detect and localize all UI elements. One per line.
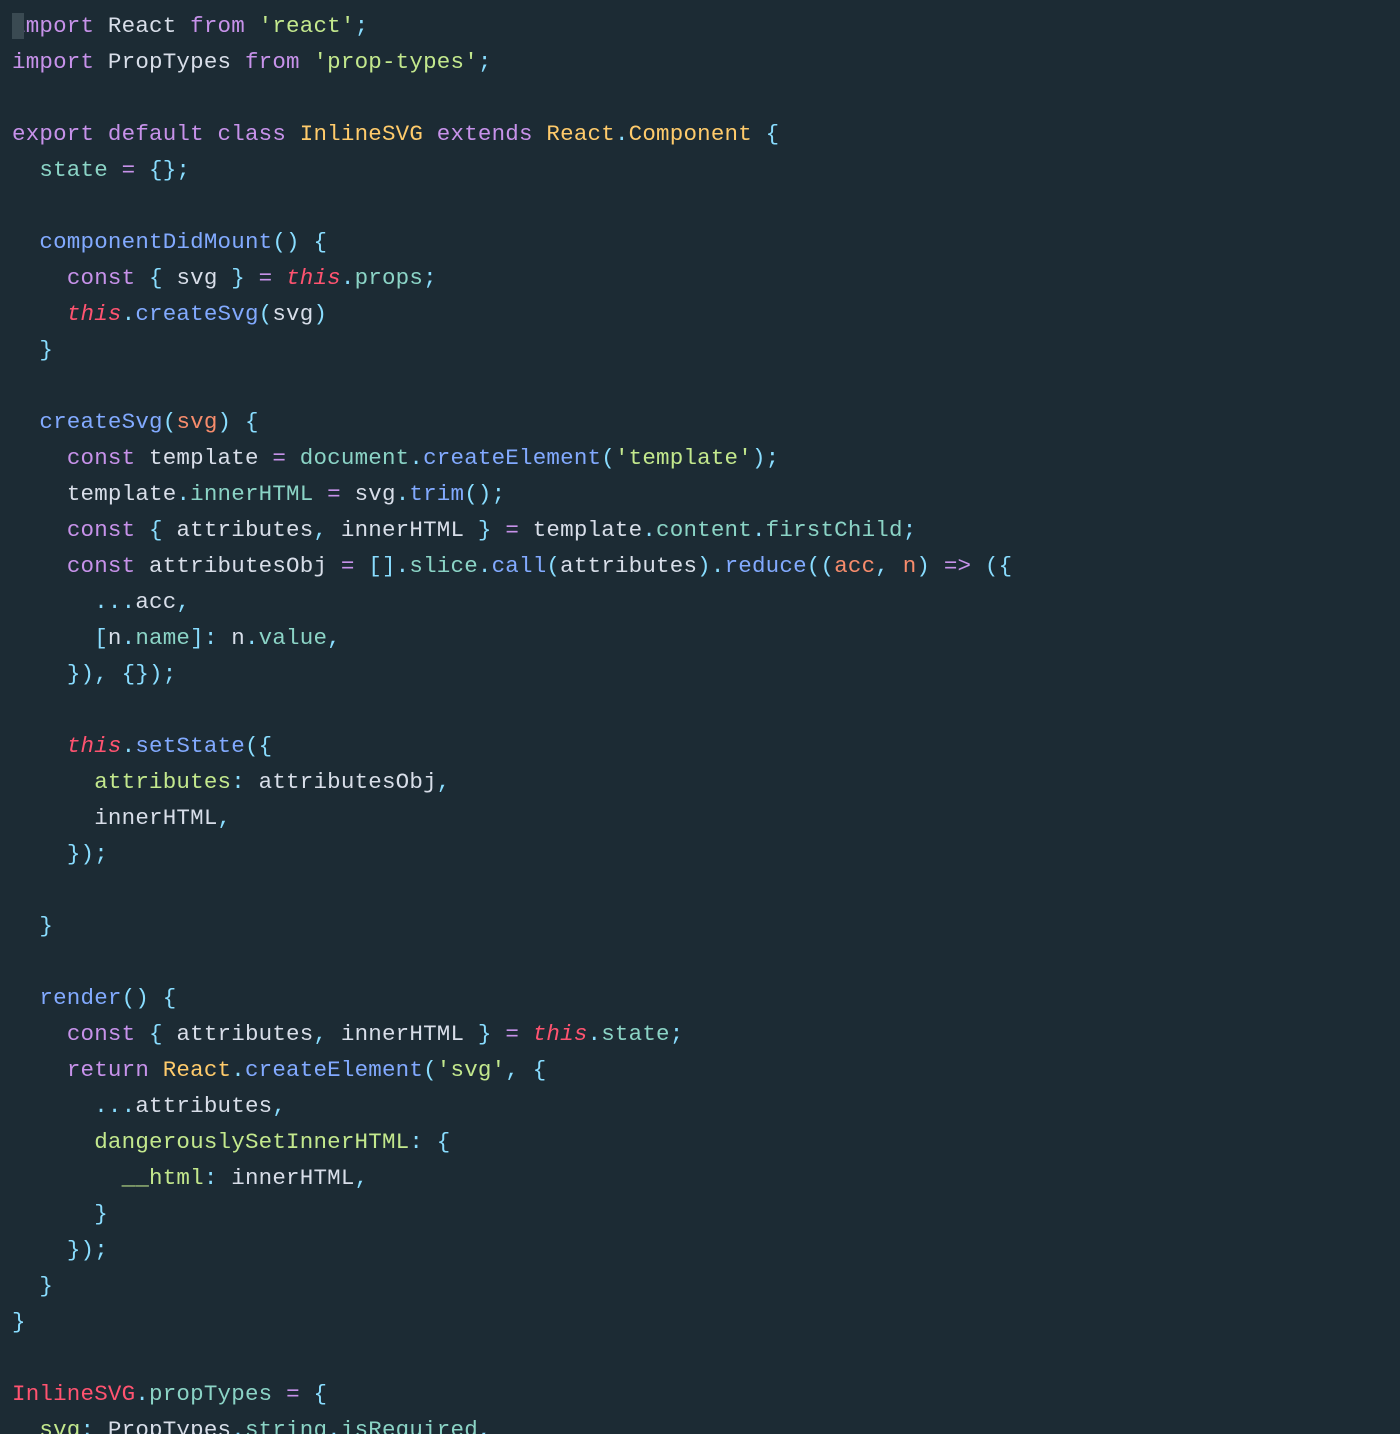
code-editor-view[interactable]: import React from 'react'; import PropTy…: [0, 0, 1400, 1434]
text-cursor: [12, 13, 24, 39]
